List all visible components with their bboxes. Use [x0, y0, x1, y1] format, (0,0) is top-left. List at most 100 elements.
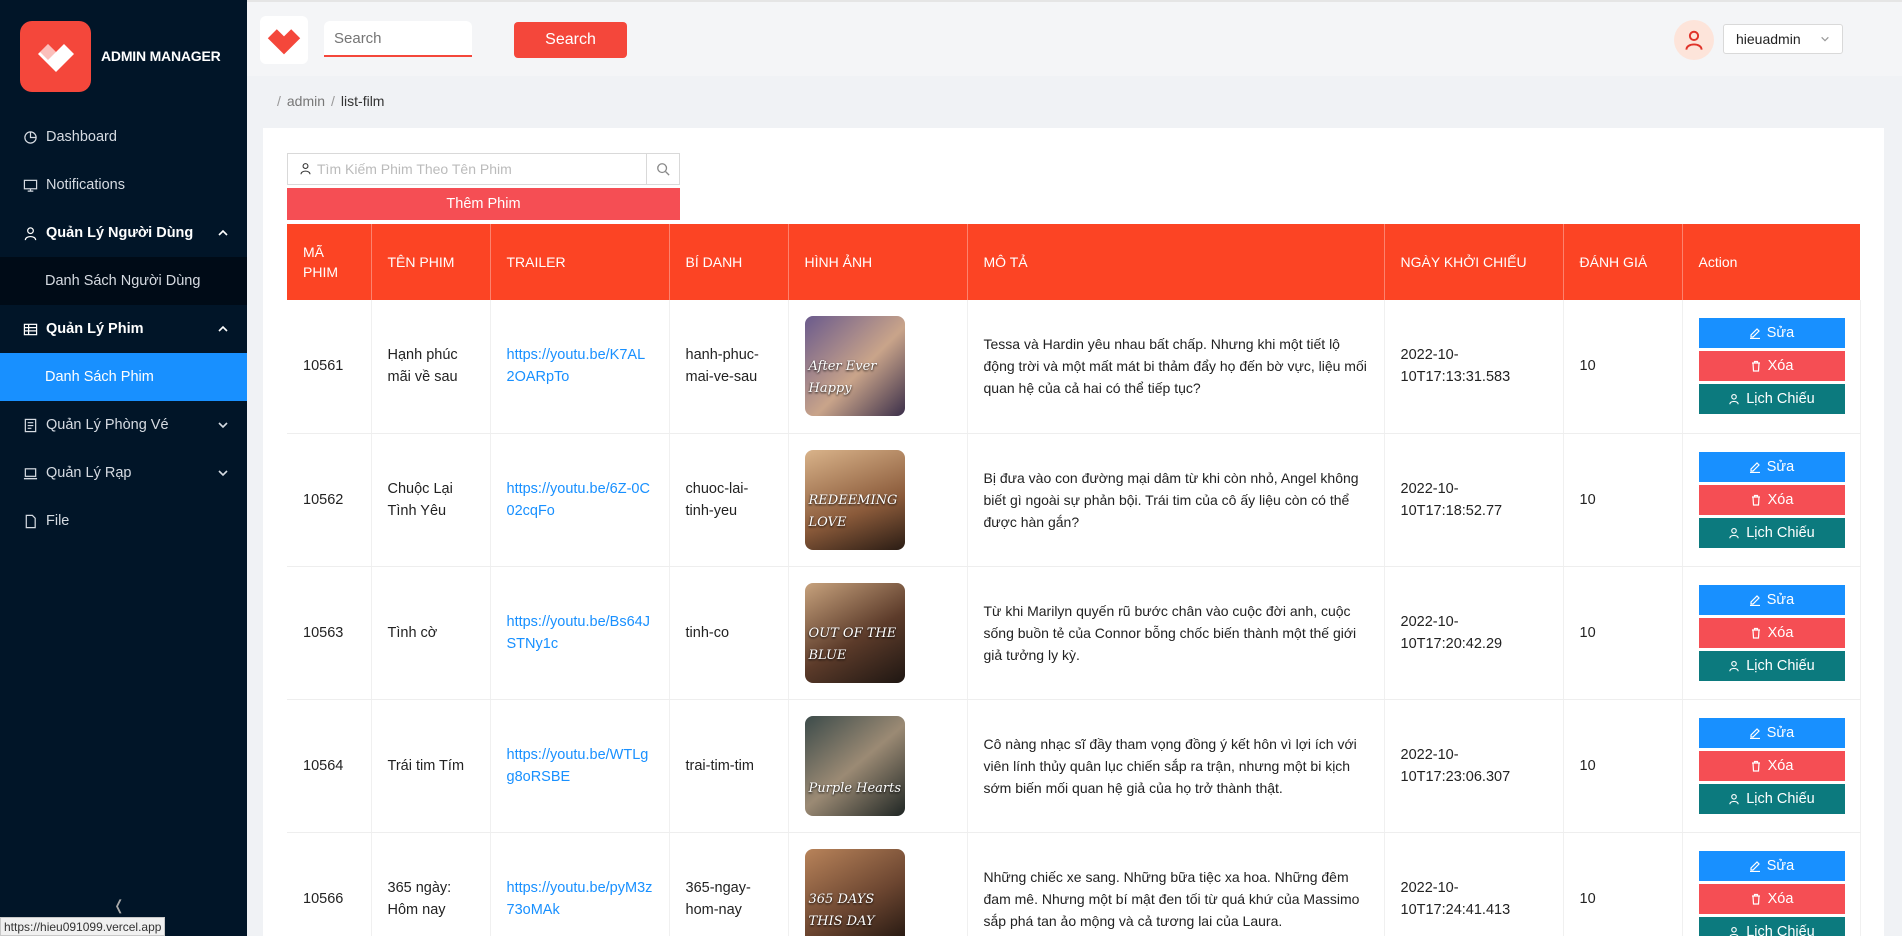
delete-label: Xóa	[1767, 624, 1794, 641]
edit-icon	[1749, 727, 1760, 739]
sidebar-item-theater-management[interactable]: Quản Lý Rạp	[0, 449, 247, 497]
film-poster-image: After Ever Happy	[804, 316, 905, 417]
cell-trailer: https://youtu.be/WTLgg8oRSBE	[490, 699, 670, 833]
poster-title: Purple Hearts	[808, 780, 902, 796]
username: hieuadmin	[1736, 31, 1801, 47]
content-panel: Thêm Phim MÃ PHIM TÊN PHIM TRAILER BÍ DA…	[263, 128, 1884, 936]
table-row: 10563 Tình cờ https://youtu.be/Bs64JSTNy…	[287, 566, 1861, 700]
column-header-alias[interactable]: BÍ DANH	[669, 224, 789, 300]
schedule-button[interactable]: Lịch Chiếu	[1698, 916, 1845, 936]
add-film-button[interactable]: Thêm Phim	[287, 188, 680, 220]
column-header-id[interactable]: MÃ PHIM	[287, 224, 372, 300]
edit-button[interactable]: Sửa	[1698, 717, 1845, 748]
column-header-trailer[interactable]: TRAILER	[490, 224, 670, 300]
delete-button[interactable]: Xóa	[1698, 617, 1845, 648]
edit-label: Sửa	[1766, 724, 1795, 741]
collapse-arrow-icon[interactable]: ❬	[113, 897, 125, 914]
sidebar-item-dashboard[interactable]: Dashboard	[0, 113, 247, 161]
film-search-input[interactable]	[317, 154, 646, 184]
chevron-up-icon	[217, 323, 229, 335]
search-icon[interactable]	[646, 154, 679, 184]
sidebar-item-user-list[interactable]: Danh Sách Người Dùng	[0, 257, 247, 305]
film-poster-image: REDEEMING LOVE	[804, 449, 905, 550]
column-header-image[interactable]: HÌNH ẢNH	[788, 224, 968, 300]
cell-actions: Sửa Xóa Lịch Chiếu	[1682, 699, 1861, 833]
table-row: 10564 Trái tim Tím https://youtu.be/WTLg…	[287, 699, 1861, 833]
edit-button[interactable]: Sửa	[1698, 850, 1845, 881]
cell-release-date: 2022-10-10T17:18:52.77	[1384, 433, 1564, 567]
avatar[interactable]	[1674, 20, 1714, 60]
sidebar-nav: Dashboard Notifications Quản Lý Người Dù…	[0, 113, 247, 545]
cell-actions: Sửa Xóa Lịch Chiếu	[1682, 300, 1861, 434]
sidebar-item-file[interactable]: File	[0, 497, 247, 545]
delete-button[interactable]: Xóa	[1698, 883, 1845, 914]
breadcrumb: / admin / list-film	[271, 93, 384, 109]
edit-icon	[1749, 860, 1760, 872]
desktop-icon	[22, 177, 38, 193]
column-header-description[interactable]: MÔ TẢ	[967, 224, 1385, 300]
edit-button[interactable]: Sửa	[1698, 451, 1845, 482]
delete-button[interactable]: Xóa	[1698, 750, 1845, 781]
edit-button[interactable]: Sửa	[1698, 584, 1845, 615]
cell-release-date: 2022-10-10T17:13:31.583	[1384, 300, 1564, 434]
cell-rating: 10	[1563, 300, 1683, 434]
film-poster-image: 365 DAYS THIS DAY	[804, 848, 905, 936]
sidebar-item-label: Quản Lý Rạp	[46, 465, 132, 481]
trash-icon	[1751, 760, 1760, 772]
trash-icon	[1751, 893, 1760, 905]
sidebar-item-film-management[interactable]: Quản Lý Phim	[0, 305, 247, 353]
user-icon	[1729, 660, 1739, 671]
column-header-name[interactable]: TÊN PHIM	[371, 224, 491, 300]
sidebar-item-user-management[interactable]: Quản Lý Người Dùng	[0, 209, 247, 257]
cell-image: After Ever Happy	[788, 300, 968, 434]
edit-button[interactable]: Sửa	[1698, 318, 1845, 349]
schedule-button[interactable]: Lịch Chiếu	[1698, 783, 1845, 814]
sidebar-item-label: Quản Lý Phim	[46, 321, 144, 337]
poster-title: After Ever Happy	[808, 359, 877, 397]
cell-id: 10564	[287, 699, 372, 833]
header-logo-icon[interactable]	[260, 16, 308, 64]
delete-label: Xóa	[1767, 757, 1794, 774]
edit-label: Sửa	[1766, 857, 1795, 874]
trailer-link[interactable]: https://youtu.be/WTLgg8oRSBE	[507, 747, 649, 785]
cell-release-date: 2022-10-10T17:24:41.413	[1384, 832, 1564, 936]
sidebar-item-notifications[interactable]: Notifications	[0, 161, 247, 209]
delete-button[interactable]: Xóa	[1698, 351, 1845, 382]
user-icon	[299, 162, 313, 176]
cell-alias: chuoc-lai-tinh-yeu	[669, 433, 789, 567]
chevron-down-icon	[217, 467, 229, 479]
column-header-action: Action	[1682, 224, 1861, 300]
schedule-button[interactable]: Lịch Chiếu	[1698, 650, 1845, 681]
trailer-link[interactable]: https://youtu.be/K7AL2OARpTo	[507, 347, 646, 385]
breadcrumb-item-admin[interactable]: admin	[287, 93, 325, 109]
poster-title: REDEEMING LOVE	[808, 492, 898, 530]
column-header-release-date[interactable]: NGÀY KHỞI CHIẾU	[1384, 224, 1564, 300]
trailer-link[interactable]: https://youtu.be/Bs64JSTNy1c	[507, 614, 650, 652]
schedule-button[interactable]: Lịch Chiếu	[1698, 517, 1845, 548]
sidebar-item-ticket-management[interactable]: Quản Lý Phòng Vé	[0, 401, 247, 449]
cell-alias: 365-ngay-hom-nay	[669, 832, 789, 936]
delete-label: Xóa	[1767, 358, 1794, 375]
cell-description: Cô nàng nhạc sĩ đầy tham vọng đồng ý kết…	[967, 699, 1385, 833]
brand[interactable]: ADMIN MANAGER	[0, 0, 247, 112]
user-dropdown[interactable]: hieuadmin	[1723, 24, 1843, 54]
cell-alias: trai-tim-tim	[669, 699, 789, 833]
sidebar-item-label: Notifications	[46, 177, 125, 193]
breadcrumb-item-current: list-film	[340, 93, 385, 109]
cell-actions: Sửa Xóa Lịch Chiếu	[1682, 433, 1861, 567]
table-row: 10561 Hạnh phúc mãi về sau https://youtu…	[287, 300, 1861, 434]
sidebar-item-film-list[interactable]: Danh Sách Phim	[0, 353, 247, 401]
delete-label: Xóa	[1767, 491, 1794, 508]
cell-description: Những chiếc xe sang. Những bữa tiệc xa h…	[967, 832, 1385, 936]
schedule-button[interactable]: Lịch Chiếu	[1698, 384, 1845, 415]
delete-button[interactable]: Xóa	[1698, 484, 1845, 515]
trailer-link[interactable]: https://youtu.be/6Z-0C02cqFo	[507, 481, 650, 519]
trailer-link[interactable]: https://youtu.be/pyM3z73oMAk	[507, 880, 653, 918]
sidebar: ADMIN MANAGER Dashboard Notifications Qu…	[0, 0, 247, 936]
column-header-rating[interactable]: ĐÁNH GIÁ	[1563, 224, 1683, 300]
schedule-label: Lịch Chiếu	[1746, 391, 1815, 408]
table-row: 10566 365 ngày: Hôm nay https://youtu.be…	[287, 832, 1861, 936]
header-search-button[interactable]: Search	[514, 22, 627, 58]
cell-description: Bị đưa vào con đường mại dâm từ khi còn …	[967, 433, 1385, 567]
header-search-input[interactable]	[324, 21, 472, 57]
